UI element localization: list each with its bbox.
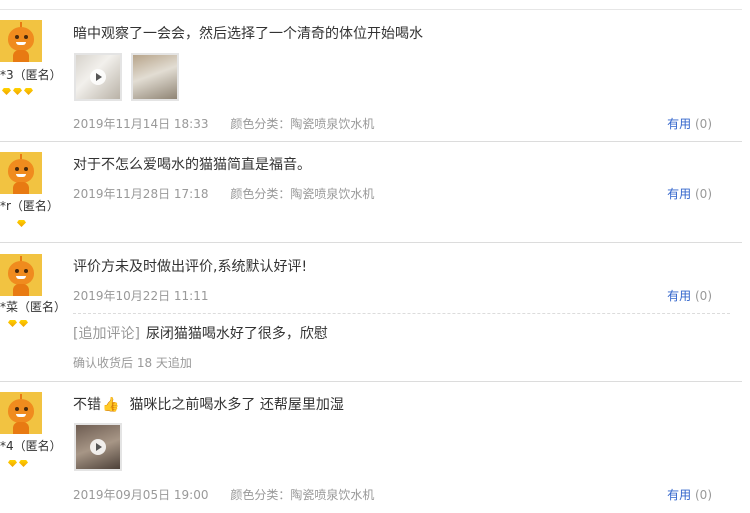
useful-label: 有用	[667, 117, 692, 131]
review-sku: 颜色分类：陶瓷喷泉饮水机	[230, 117, 375, 131]
thumbs-up-icon: 👍	[102, 397, 120, 413]
reviewer-level-icon	[8, 460, 28, 467]
review-item: *3（匿名） 暗中观察了一会会，然后选择了一个清奇的体位开始喝水 2019年11…	[0, 10, 742, 142]
useful-count: (0)	[695, 488, 712, 502]
review-sku: 颜色分类：陶瓷喷泉饮水机	[230, 488, 375, 502]
review-content: 暗中观察了一会会，然后选择了一个清奇的体位开始喝水	[73, 26, 423, 42]
review-video-thumbnail[interactable]	[74, 423, 122, 471]
reviewer-name: *3（匿名）	[0, 68, 62, 82]
reviewer-level-icon	[2, 88, 33, 95]
useful-label: 有用	[667, 187, 692, 201]
useful-count: (0)	[695, 289, 712, 303]
review-item: *4（匿名） 不错👍 猫咪比之前喝水多了 还帮屋里加湿 2019年09月05日 1…	[0, 382, 742, 513]
reviewer-name: *4（匿名）	[0, 439, 62, 453]
reviewer-name: *菜（匿名）	[0, 300, 67, 314]
useful-label: 有用	[667, 289, 692, 303]
review-content-text: 不错	[73, 397, 101, 413]
review-meta: 2019年11月28日 17:18 颜色分类：陶瓷喷泉饮水机	[73, 185, 374, 202]
avatar	[0, 152, 42, 194]
review-date: 2019年09月05日 19:00	[73, 488, 209, 502]
append-comment: [追加评论] 尿闭猫猫喝水好了很多，欣慰	[73, 323, 328, 343]
append-days: 确认收货后 18 天追加	[73, 356, 192, 370]
review-sku: 颜色分类：陶瓷喷泉饮水机	[230, 187, 375, 201]
useful-button[interactable]: 有用 (0)	[667, 115, 712, 132]
avatar	[0, 392, 42, 434]
useful-count: (0)	[695, 117, 712, 131]
play-icon	[90, 69, 106, 85]
avatar	[0, 20, 42, 62]
useful-label: 有用	[667, 488, 692, 502]
append-content: 尿闭猫猫喝水好了很多，欣慰	[145, 326, 328, 342]
reviewer-name: *r（匿名）	[0, 199, 59, 213]
review-content: 不错👍 猫咪比之前喝水多了 还帮屋里加湿	[73, 394, 344, 414]
useful-count: (0)	[695, 187, 712, 201]
review-meta: 2019年10月22日 11:11	[73, 287, 208, 304]
review-video-thumbnail[interactable]	[74, 53, 122, 101]
avatar	[0, 254, 42, 296]
review-content: 对于不怎么爱喝水的猫猫简直是福音。	[73, 157, 311, 173]
reviewer-level-icon	[8, 320, 28, 327]
useful-button[interactable]: 有用 (0)	[667, 185, 712, 202]
review-photo-thumbnail[interactable]	[131, 53, 179, 101]
review-date: 2019年11月28日 17:18	[73, 187, 209, 201]
play-icon	[90, 439, 106, 455]
review-date: 2019年10月22日 11:11	[73, 289, 209, 303]
review-content-text: 猫咪比之前喝水多了 还帮屋里加湿	[129, 397, 344, 413]
review-content: 评价方未及时做出评价,系统默认好评!	[73, 259, 308, 275]
review-meta: 2019年11月14日 18:33 颜色分类：陶瓷喷泉饮水机	[73, 115, 374, 132]
reviewer-level-icon	[17, 220, 26, 227]
review-item: *r（匿名） 对于不怎么爱喝水的猫猫简直是福音。 2019年11月28日 17:…	[0, 142, 742, 243]
review-meta: 2019年09月05日 19:00 颜色分类：陶瓷喷泉饮水机	[73, 486, 374, 503]
useful-button[interactable]: 有用 (0)	[667, 486, 712, 503]
append-tag: [追加评论]	[73, 326, 140, 342]
review-item: *菜（匿名） 评价方未及时做出评价,系统默认好评! 2019年10月22日 11…	[0, 243, 742, 382]
append-divider	[73, 313, 730, 314]
review-date: 2019年11月14日 18:33	[73, 117, 209, 131]
useful-button[interactable]: 有用 (0)	[667, 287, 712, 304]
